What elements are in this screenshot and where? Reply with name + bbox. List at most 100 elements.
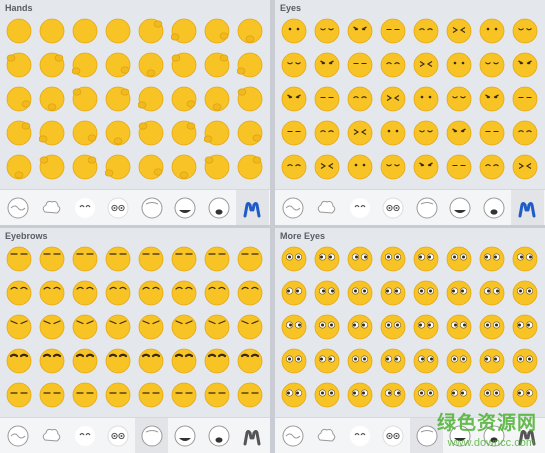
emoji-face[interactable] [72,382,98,408]
emoji-face[interactable] [380,52,406,78]
emoji-face[interactable] [512,280,538,306]
emoji-face[interactable] [281,120,307,146]
emoji-face[interactable] [413,86,439,112]
emoji-face[interactable] [204,314,230,340]
outline-tab[interactable] [1,418,34,453]
wide-eyes-tab[interactable] [377,190,410,225]
emoji-face[interactable] [237,86,263,112]
emoji-face[interactable] [237,120,263,146]
emoji-face[interactable] [237,18,263,44]
emoji-face[interactable] [380,246,406,272]
emoji-face[interactable] [413,18,439,44]
emoji-face[interactable] [479,280,505,306]
emoji-face[interactable] [105,120,131,146]
emoji-face[interactable] [39,52,65,78]
emoji-face[interactable] [479,246,505,272]
emoji-face[interactable] [413,52,439,78]
emoji-face[interactable] [237,382,263,408]
smile-eyes-tab[interactable] [343,418,376,453]
emoji-face[interactable] [380,18,406,44]
emoji-face[interactable] [314,348,340,374]
emoji-face[interactable] [479,154,505,180]
emoji-face[interactable] [446,120,472,146]
emoji-face[interactable] [314,18,340,44]
emoji-face[interactable] [446,52,472,78]
emoji-face[interactable] [512,52,538,78]
emoji-face[interactable] [479,18,505,44]
emoji-face[interactable] [512,120,538,146]
emoji-face[interactable] [171,52,197,78]
emoji-face[interactable] [446,18,472,44]
emoji-face[interactable] [171,382,197,408]
emoji-face[interactable] [314,314,340,340]
emoji-face[interactable] [380,154,406,180]
emoji-face[interactable] [138,348,164,374]
cloud-tab[interactable] [310,190,343,225]
emoji-face[interactable] [6,382,32,408]
emoji-face[interactable] [413,348,439,374]
emoji-face[interactable] [413,280,439,306]
emoji-face[interactable] [138,52,164,78]
emoji-face[interactable] [105,382,131,408]
emoji-face[interactable] [138,120,164,146]
emoji-face[interactable] [413,314,439,340]
emoji-face[interactable] [6,52,32,78]
emoji-face[interactable] [347,246,373,272]
blank-tab[interactable] [410,190,443,225]
emoji-face[interactable] [314,120,340,146]
emoji-face[interactable] [512,382,538,408]
emoji-face[interactable] [138,154,164,180]
emoji-face[interactable] [204,154,230,180]
blank-tab[interactable] [135,190,168,225]
emoji-face[interactable] [512,86,538,112]
grin-tab[interactable] [169,190,202,225]
emoji-face[interactable] [6,86,32,112]
emoji-face[interactable] [413,120,439,146]
emoji-face[interactable] [6,18,32,44]
emoji-face[interactable] [72,52,98,78]
emoji-face[interactable] [237,52,263,78]
emoji-face[interactable] [39,348,65,374]
emoji-face[interactable] [281,280,307,306]
emoji-face[interactable] [314,280,340,306]
emoji-face[interactable] [204,18,230,44]
outline-tab[interactable] [276,190,309,225]
emoji-face[interactable] [446,86,472,112]
smile-eyes-tab[interactable] [343,190,376,225]
emoji-face[interactable] [347,154,373,180]
grin-tab[interactable] [444,190,477,225]
emoji-face[interactable] [380,120,406,146]
emoji-face[interactable] [413,246,439,272]
emoji-face[interactable] [446,154,472,180]
emoji-face[interactable] [380,280,406,306]
wide-eyes-tab[interactable] [377,418,410,453]
emoji-face[interactable] [39,314,65,340]
emoji-face[interactable] [204,86,230,112]
emoji-face[interactable] [105,154,131,180]
emoji-face[interactable] [72,86,98,112]
emoji-face[interactable] [347,86,373,112]
emoji-face[interactable] [314,52,340,78]
emoji-face[interactable] [413,382,439,408]
emoji-face[interactable] [72,120,98,146]
emoji-face[interactable] [281,348,307,374]
emoji-face[interactable] [347,18,373,44]
emoji-face[interactable] [512,18,538,44]
emoji-face[interactable] [39,382,65,408]
emoji-face[interactable] [314,86,340,112]
open-mouth-tab[interactable] [202,418,235,453]
emoji-face[interactable] [138,86,164,112]
emoji-face[interactable] [512,246,538,272]
emoji-face[interactable] [39,86,65,112]
cloud-tab[interactable] [310,418,343,453]
emoji-face[interactable] [281,18,307,44]
emoji-face[interactable] [512,314,538,340]
emoji-face[interactable] [72,314,98,340]
emoji-face[interactable] [237,348,263,374]
emoji-face[interactable] [204,120,230,146]
emoji-face[interactable] [479,86,505,112]
emoji-face[interactable] [479,348,505,374]
emoji-face[interactable] [347,314,373,340]
emoji-face[interactable] [512,154,538,180]
emoji-face[interactable] [281,382,307,408]
